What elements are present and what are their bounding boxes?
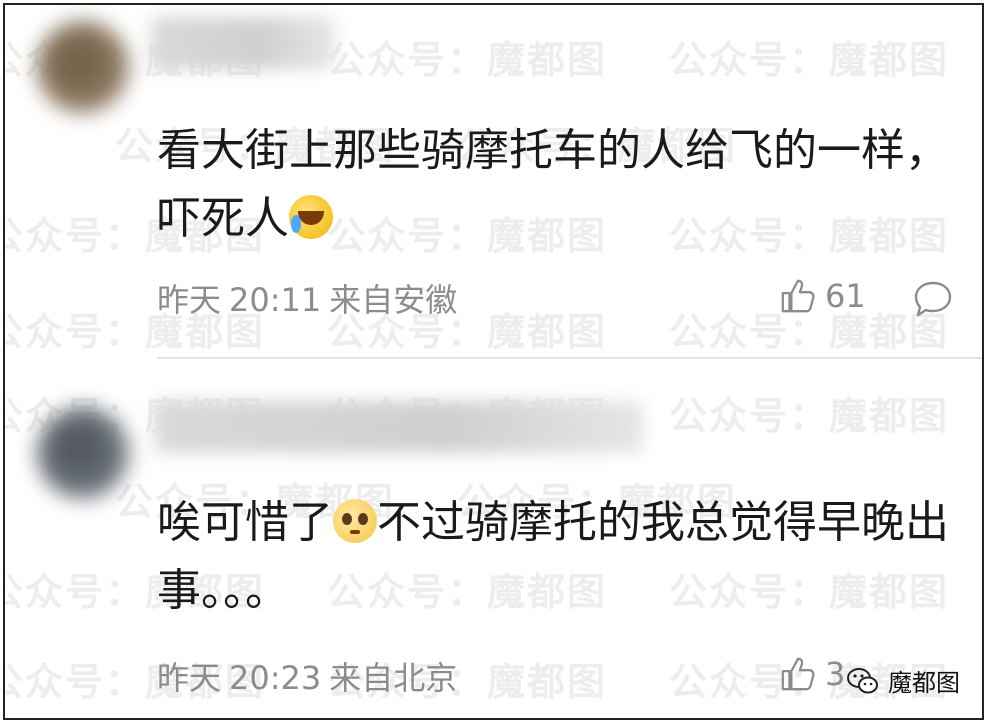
avatar[interactable] — [37, 21, 129, 113]
thumbs-up-icon — [781, 279, 815, 313]
watermark-text: 公众号：魔都图 — [669, 394, 950, 438]
username-blurred[interactable] — [155, 401, 643, 453]
like-count: 3 — [825, 655, 846, 693]
reply-bubble-icon[interactable] — [913, 280, 953, 318]
like-button[interactable]: 61 — [779, 277, 866, 315]
pitiful-face-emoji-icon — [333, 499, 377, 543]
comment-text: 看大街上那些骑摩托车的人给飞的一样，吓死人 — [157, 117, 957, 253]
comment-location: 来自北京 — [329, 659, 458, 697]
wechat-icon — [847, 667, 878, 693]
comment-text-content: 唉可惜了 — [157, 497, 333, 548]
comment-meta: 昨天 20:11 来自安徽 — [157, 275, 465, 321]
watermark-text: 公众号：魔都图 — [327, 38, 608, 82]
comment-time: 20:23 — [229, 659, 322, 697]
laughing-tears-emoji-icon — [289, 195, 333, 239]
username-blurred[interactable] — [151, 17, 335, 69]
like-count: 61 — [825, 277, 866, 315]
comment-text: 唉可惜了 不过骑摩托的我总觉得早晚出事。。。 — [157, 489, 957, 625]
thumbs-up-icon — [781, 657, 815, 691]
comment-date: 昨天 — [157, 281, 222, 319]
watermark-text: 公众号：魔都图 — [669, 38, 950, 82]
comment-divider — [157, 357, 982, 359]
comment-time: 20:11 — [229, 281, 322, 319]
comment-location: 来自安徽 — [329, 281, 458, 319]
comment-date: 昨天 — [157, 659, 222, 697]
avatar[interactable] — [37, 407, 129, 499]
like-button[interactable]: 3 — [779, 655, 845, 693]
brand-badge: 魔都图 — [846, 663, 960, 698]
comment-meta: 昨天 20:23 来自北京 — [157, 653, 465, 699]
comment-text-content: 看大街上那些骑摩托车的人给飞的一样，吓死人 — [157, 125, 949, 244]
brand-name: 魔都图 — [888, 669, 960, 697]
screenshot-frame: 公众号：魔都图 公众号：魔都图 公众号：魔都图 公众号：魔都图 公众号：魔都图 公众号… — [3, 3, 984, 720]
